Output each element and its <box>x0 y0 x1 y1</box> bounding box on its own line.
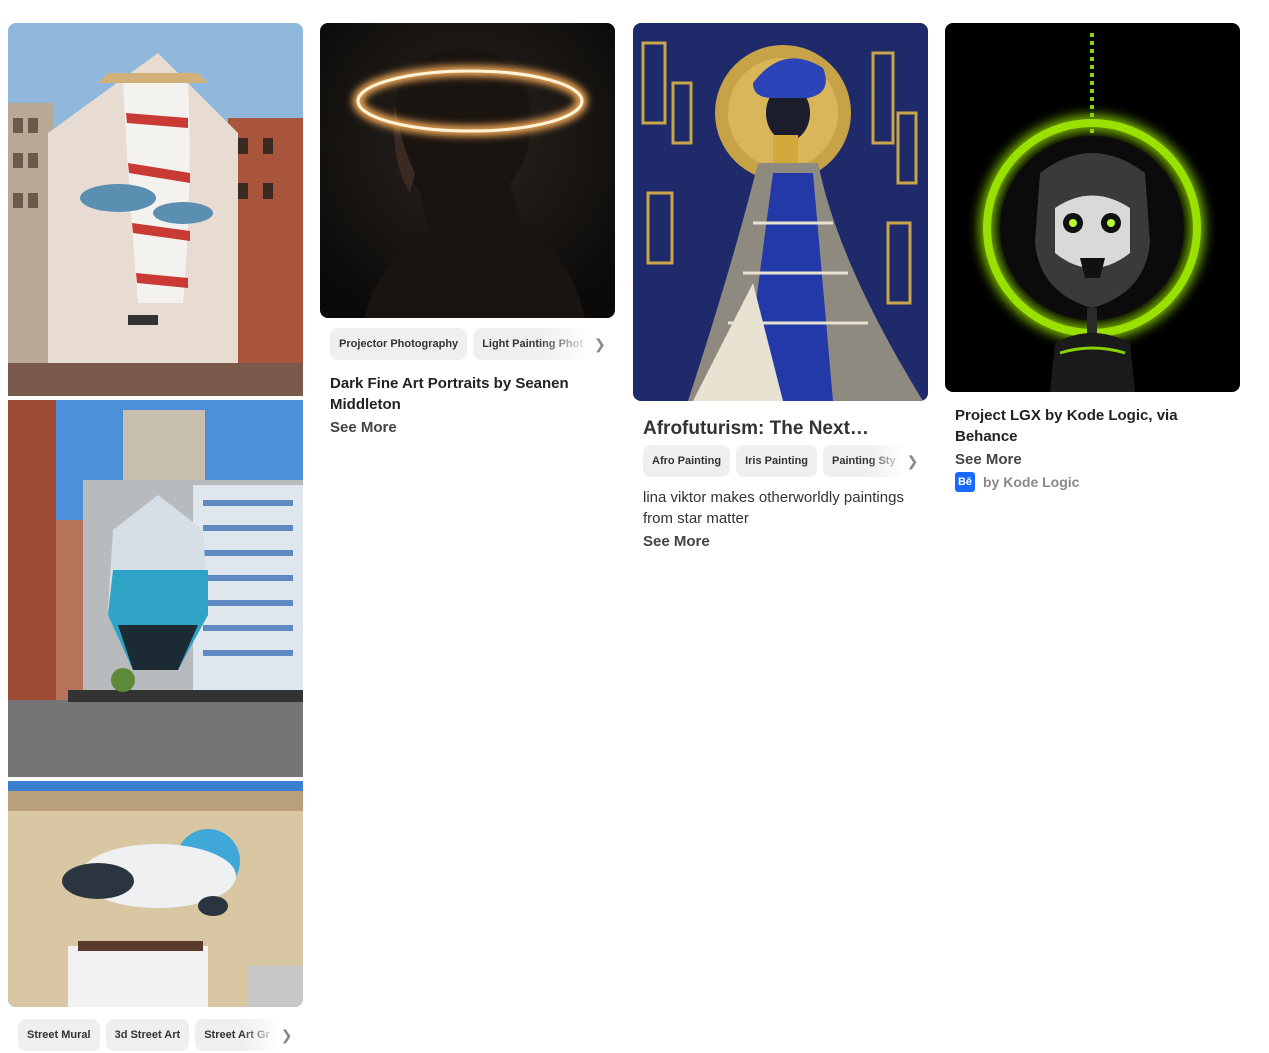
pin-street-murals[interactable]: Street Mural 3d Street Art Street Art Gr… <box>8 23 303 1051</box>
mural-whale-image[interactable] <box>8 23 303 396</box>
see-more-link[interactable]: See More <box>320 419 615 436</box>
chip-street-mural[interactable]: Street Mural <box>18 1019 100 1051</box>
chip-painting-style[interactable]: Painting Sty <box>823 445 905 477</box>
chip-3d-street-art[interactable]: 3d Street Art <box>105 1019 190 1051</box>
pin-description: lina viktor makes otherworldly paintings… <box>643 489 904 527</box>
chip-projector-photography[interactable]: Projector Photography <box>330 328 468 360</box>
chip-afro-painting[interactable]: Afro Painting <box>643 445 731 477</box>
pin-title[interactable]: Project LGX by Kode Logic, via Behance <box>945 405 1240 447</box>
pin-source[interactable]: Bē by Kode Logic <box>945 472 1240 492</box>
chip-light-painting[interactable]: Light Painting Phot <box>473 328 593 360</box>
chip-street-art-gr[interactable]: Street Art Gr <box>195 1019 279 1051</box>
pin-dark-portraits[interactable]: Projector Photography Light Painting Pho… <box>320 23 615 436</box>
pin-project-lgx[interactable]: Project LGX by Kode Logic, via Behance S… <box>945 23 1240 492</box>
chevron-right-icon[interactable]: ❯ <box>594 336 606 353</box>
halo-chip-row: Projector Photography Light Painting Pho… <box>320 328 615 360</box>
street-chip-row: Street Mural 3d Street Art Street Art Gr… <box>8 1019 303 1051</box>
mural-polar-bear-image[interactable] <box>8 781 303 1007</box>
chevron-right-icon[interactable]: ❯ <box>281 1027 293 1044</box>
lgx-skull-image[interactable] <box>945 23 1240 392</box>
pin-title[interactable]: Dark Fine Art Portraits by Seanen Middle… <box>320 373 615 415</box>
afro-chip-row: Afro Painting Iris Painting Painting Sty… <box>633 445 928 477</box>
see-more-link[interactable]: See More <box>945 451 1240 468</box>
pin-title[interactable]: Afrofuturism: The Next… <box>633 417 928 441</box>
behance-icon: Bē <box>955 472 975 492</box>
halo-portrait-image[interactable] <box>320 23 615 318</box>
source-byline[interactable]: by Kode Logic <box>983 474 1079 490</box>
pin-afrofuturism[interactable]: Afrofuturism: The Next… Afro Painting Ir… <box>633 23 928 550</box>
see-more-link[interactable]: See More <box>633 533 928 550</box>
mural-crystal-image[interactable] <box>8 400 303 777</box>
chevron-right-icon[interactable]: ❯ <box>907 453 919 470</box>
afrofuturism-painting-image[interactable] <box>633 23 928 401</box>
chip-iris-painting[interactable]: Iris Painting <box>736 445 818 477</box>
